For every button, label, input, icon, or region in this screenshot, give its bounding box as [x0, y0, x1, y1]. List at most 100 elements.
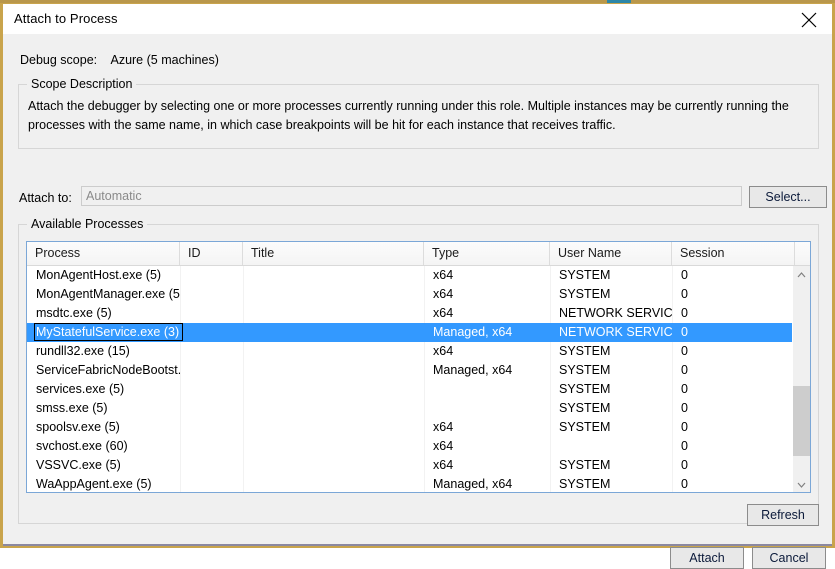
cell-session: 0 — [681, 306, 688, 320]
table-row[interactable]: services.exe (5) SYSTEM 0 — [27, 380, 795, 399]
table-row[interactable]: msdtc.exe (5) x64 NETWORK SERVICE 0 — [27, 304, 795, 323]
column-header-title[interactable]: Title — [243, 242, 424, 265]
process-rows-viewport: MonAgentHost.exe (5) x64 SYSTEM 0 MonAgentMa… — [27, 266, 795, 492]
footer-divider — [3, 538, 832, 539]
cell-process: WaAppAgent.exe (5) — [36, 477, 152, 491]
cell-title — [243, 475, 424, 492]
process-list-scrollbar[interactable] — [792, 266, 810, 492]
scrollbar-down-button[interactable] — [793, 476, 810, 492]
debug-scope-row: Debug scope: Azure (5 machines) — [20, 53, 219, 69]
table-row[interactable]: WaAppAgent.exe (5) Managed, x64 SYSTEM 0 — [27, 475, 795, 492]
window-bottom-edge — [3, 544, 832, 546]
cell-title — [243, 304, 424, 323]
table-row[interactable]: smss.exe (5) SYSTEM 0 — [27, 399, 795, 418]
scope-description-text: Attach the debugger by selecting one or … — [28, 99, 789, 132]
table-row[interactable]: MonAgentHost.exe (5) x64 SYSTEM 0 — [27, 266, 795, 285]
title-bar: Attach to Process — [3, 4, 832, 35]
cell-process: svchost.exe (60) — [36, 439, 128, 453]
cancel-button[interactable]: Cancel — [752, 547, 826, 569]
cell-id — [180, 285, 243, 304]
dialog-title: Attach to Process — [14, 11, 118, 26]
chevron-down-icon — [797, 482, 806, 488]
cell-user: SYSTEM — [559, 401, 611, 415]
debug-scope-value: Azure (5 machines) — [110, 53, 219, 67]
table-row[interactable]: VSSVC.exe (5) x64 SYSTEM 0 — [27, 456, 795, 475]
cell-title — [243, 361, 424, 380]
cell-id — [180, 399, 243, 418]
cell-process: smss.exe (5) — [36, 401, 108, 415]
cell-type — [424, 380, 550, 399]
scrollbar-thumb[interactable] — [793, 386, 810, 456]
cell-process: MonAgentManager.exe (5) — [36, 287, 180, 301]
cell-type — [424, 399, 550, 418]
cell-process: rundll32.exe (15) — [36, 344, 130, 358]
cell-process: ServiceFabricNodeBootst... — [36, 363, 180, 377]
cell-type: Managed, x64 — [433, 363, 513, 377]
column-header-session[interactable]: Session — [672, 242, 795, 265]
cell-user: SYSTEM — [559, 477, 611, 491]
cell-id — [180, 456, 243, 475]
cell-user — [550, 437, 672, 456]
cell-type: x64 — [433, 287, 454, 301]
cell-process: services.exe (5) — [36, 382, 125, 396]
cell-session: 0 — [681, 325, 688, 339]
focus-rectangle — [34, 323, 183, 341]
cell-type: Managed, x64 — [433, 325, 513, 339]
column-header-type[interactable]: Type — [424, 242, 550, 265]
cell-session: 0 — [681, 401, 688, 415]
cell-session: 0 — [681, 458, 688, 472]
cell-id — [180, 418, 243, 437]
cell-session: 0 — [681, 382, 688, 396]
cell-id — [180, 380, 243, 399]
cell-user: SYSTEM — [559, 420, 611, 434]
cell-title — [243, 266, 424, 285]
dialog-body: Debug scope: Azure (5 machines) Scope De… — [3, 34, 832, 569]
cell-id — [180, 342, 243, 361]
process-list[interactable]: Process ID Title Type User Name Session MonAg… — [26, 241, 811, 493]
cell-session: 0 — [681, 477, 688, 491]
select-button[interactable]: Select... — [749, 186, 827, 208]
table-row[interactable]: ServiceFabricNodeBootst... Managed, x64 SY… — [27, 361, 795, 380]
cell-user: SYSTEM — [559, 382, 611, 396]
cell-process: msdtc.exe (5) — [36, 306, 112, 320]
cell-process: spoolsv.exe (5) — [36, 420, 120, 434]
cell-id — [180, 266, 243, 285]
close-button[interactable] — [786, 4, 832, 34]
table-row[interactable]: MyStatefulService.exe (3) Managed, x64 NET… — [27, 323, 795, 342]
table-row[interactable]: svchost.exe (60) x64 0 — [27, 437, 795, 456]
table-row[interactable]: rundll32.exe (15) x64 SYSTEM 0 — [27, 342, 795, 361]
cell-user: SYSTEM — [559, 268, 611, 282]
attach-to-input[interactable] — [81, 186, 742, 206]
cell-title — [243, 418, 424, 437]
cell-user: SYSTEM — [559, 363, 611, 377]
table-row[interactable]: spoolsv.exe (5) x64 SYSTEM 0 — [27, 418, 795, 437]
cell-user: SYSTEM — [559, 458, 611, 472]
scrollbar-up-button[interactable] — [793, 266, 810, 283]
attach-button[interactable]: Attach — [670, 547, 744, 569]
cell-type: Managed, x64 — [433, 477, 513, 491]
cell-type: x64 — [433, 344, 454, 358]
cell-id — [180, 475, 243, 492]
cell-user: SYSTEM — [559, 287, 611, 301]
cell-session: 0 — [681, 363, 688, 377]
cell-id — [180, 437, 243, 456]
cell-title — [243, 285, 424, 304]
column-header-process[interactable]: Process — [27, 242, 180, 265]
cell-title — [243, 323, 424, 342]
column-header-id[interactable]: ID — [180, 242, 243, 265]
close-icon — [801, 12, 817, 28]
cell-title — [243, 437, 424, 456]
table-row[interactable]: MonAgentManager.exe (5) x64 SYSTEM 0 — [27, 285, 795, 304]
cell-user: NETWORK SERVICE — [559, 306, 672, 320]
cell-session: 0 — [681, 439, 688, 453]
cell-type: x64 — [433, 268, 454, 282]
cell-type: x64 — [433, 458, 454, 472]
column-header-user[interactable]: User Name — [550, 242, 672, 265]
cell-title — [243, 342, 424, 361]
cell-user: SYSTEM — [559, 344, 611, 358]
refresh-button[interactable]: Refresh — [747, 504, 819, 526]
cell-session: 0 — [681, 420, 688, 434]
cell-process: VSSVC.exe (5) — [36, 458, 121, 472]
cell-title — [243, 456, 424, 475]
scope-description-group: Scope Description Attach the debugger by… — [18, 77, 819, 149]
